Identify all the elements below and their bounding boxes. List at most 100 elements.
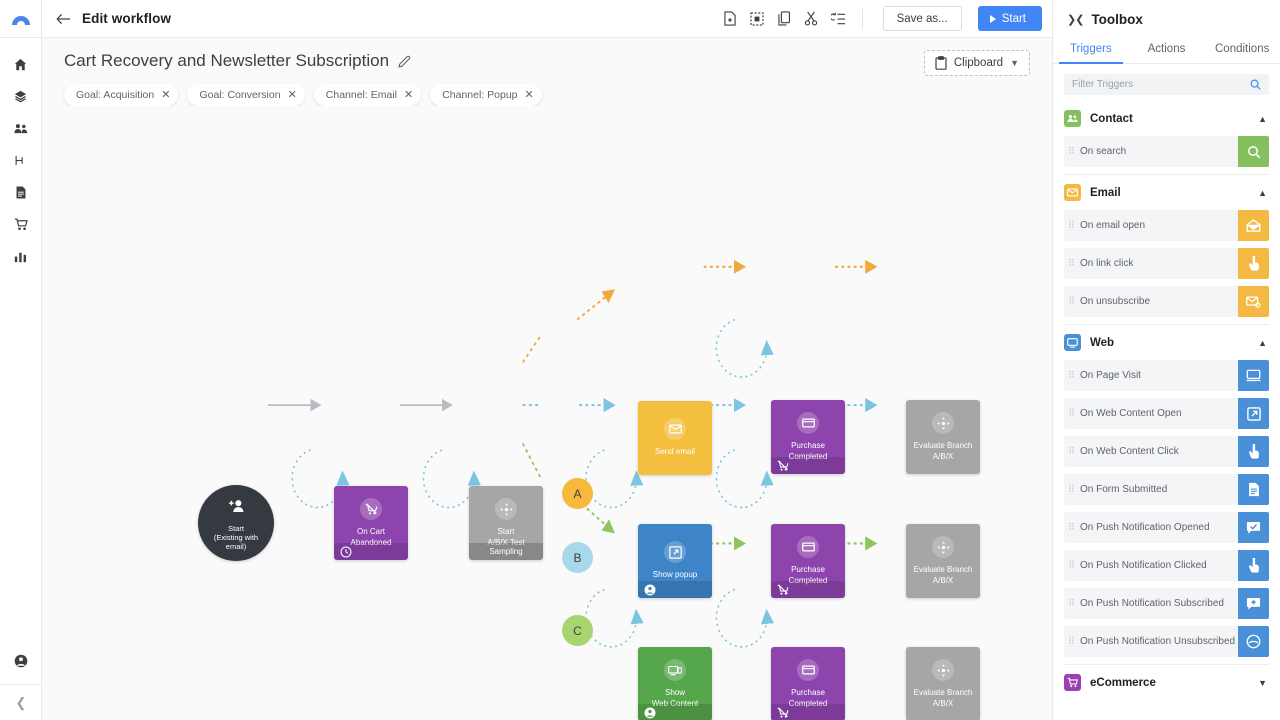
- pencil-icon[interactable]: [398, 55, 411, 68]
- tag-goal-conversion[interactable]: Goal: Conversion ✕: [187, 84, 304, 106]
- trigger-on-email-open[interactable]: ⠿ On email open: [1064, 210, 1269, 241]
- node-send-email[interactable]: Send email: [638, 401, 712, 475]
- group-header-contact[interactable]: Contact ▲: [1064, 101, 1269, 136]
- tag-channel-popup[interactable]: Channel: Popup ✕: [430, 84, 542, 106]
- trigger-on-push-notification-subscribed[interactable]: ⠿ On Push Notification Subscribed: [1064, 588, 1269, 619]
- node-label: Start (Existing with email): [210, 524, 262, 551]
- drag-handle-icon[interactable]: ⠿: [1064, 408, 1078, 419]
- collapse-rail-button[interactable]: ❮: [0, 684, 42, 720]
- node-purchase-completed-c[interactable]: Purchase Completed: [771, 647, 845, 720]
- drag-handle-icon[interactable]: ⠿: [1064, 560, 1078, 571]
- tab-conditions[interactable]: Conditions: [1204, 38, 1280, 63]
- node-purchase-completed-b[interactable]: Purchase Completed: [771, 524, 845, 598]
- clipboard-dropdown[interactable]: Clipboard ▼: [924, 50, 1030, 76]
- copy-icon[interactable]: [777, 11, 791, 26]
- branch-dot-b[interactable]: B: [562, 542, 593, 573]
- drag-handle-icon[interactable]: ⠿: [1064, 598, 1078, 609]
- sidebar-item-layers[interactable]: [0, 80, 42, 112]
- group-header-web[interactable]: Web ▲: [1064, 324, 1269, 360]
- branch-dot-c[interactable]: C: [562, 615, 593, 646]
- node-body[interactable]: Purchase Completed: [771, 400, 845, 474]
- select-area-icon[interactable]: [750, 12, 764, 26]
- envelope-icon: [664, 418, 686, 440]
- node-evaluate-branch-c[interactable]: Evaluate Branch A/B/X: [906, 647, 980, 720]
- tag-channel-email[interactable]: Channel: Email ✕: [314, 84, 421, 106]
- popup-icon: [664, 541, 686, 563]
- close-icon[interactable]: ✕: [404, 90, 413, 101]
- node-body[interactable]: Evaluate Branch A/B/X: [906, 647, 980, 720]
- close-icon[interactable]: ✕: [161, 90, 170, 101]
- node-body[interactable]: Send email: [638, 401, 712, 475]
- node-show-popup[interactable]: Show popup: [638, 524, 712, 598]
- node-start[interactable]: Start (Existing with email): [198, 485, 274, 561]
- collapse-right-icon[interactable]: ❯❮: [1067, 13, 1083, 26]
- auto-layout-icon[interactable]: [831, 12, 846, 26]
- sidebar-item-commerce[interactable]: [0, 208, 42, 240]
- trigger-on-unsubscribe[interactable]: ⠿ On unsubscribe: [1064, 286, 1269, 317]
- toolbox-groups[interactable]: Contact ▲ ⠿ On search Email ▲ ⠿ On e: [1053, 101, 1280, 720]
- sidebar-item-content[interactable]: [0, 176, 42, 208]
- account-button[interactable]: [0, 638, 42, 684]
- node-body[interactable]: Purchase Completed: [771, 524, 845, 598]
- unsubscribe-icon: [1238, 286, 1269, 317]
- node-start-abx-test[interactable]: Start A/B/X Test Sampling: [469, 486, 543, 560]
- start-button[interactable]: Start: [978, 6, 1042, 31]
- start-node-body[interactable]: Start (Existing with email): [198, 485, 274, 561]
- tag-goal-acquisition[interactable]: Goal: Acquisition ✕: [64, 84, 178, 106]
- search-input[interactable]: [1072, 79, 1250, 90]
- drag-handle-icon[interactable]: ⠿: [1064, 484, 1078, 495]
- drag-handle-icon[interactable]: ⠿: [1064, 220, 1078, 231]
- node-body[interactable]: Evaluate Branch A/B/X: [906, 400, 980, 474]
- node-body[interactable]: Show popup: [638, 524, 712, 598]
- sidebar-item-workflows[interactable]: [0, 144, 42, 176]
- drag-handle-icon[interactable]: ⠿: [1064, 370, 1078, 381]
- node-evaluate-branch-b[interactable]: Evaluate Branch A/B/X: [906, 524, 980, 598]
- trigger-on-push-notification-opened[interactable]: ⠿ On Push Notification Opened: [1064, 512, 1269, 543]
- node-footer: [771, 457, 845, 474]
- node-body[interactable]: Evaluate Branch A/B/X: [906, 524, 980, 598]
- group-header-ecommerce[interactable]: eCommerce ▼: [1064, 664, 1269, 700]
- drag-handle-icon[interactable]: ⠿: [1064, 636, 1078, 647]
- new-file-icon[interactable]: [723, 11, 737, 26]
- trigger-on-web-content-open[interactable]: ⠿ On Web Content Open: [1064, 398, 1269, 429]
- search-icon[interactable]: [1250, 79, 1261, 90]
- document-icon: [15, 186, 27, 199]
- workflow-canvas[interactable]: Start (Existing with email) On Cart Aban…: [42, 106, 1052, 720]
- node-purchase-completed-a[interactable]: Purchase Completed: [771, 400, 845, 474]
- trigger-on-form-submitted[interactable]: ⠿ On Form Submitted: [1064, 474, 1269, 505]
- node-body[interactable]: Show Web Content: [638, 647, 712, 720]
- save-as-button[interactable]: Save as...: [883, 6, 962, 31]
- close-icon[interactable]: ✕: [525, 90, 534, 101]
- app-logo[interactable]: [0, 0, 41, 38]
- sidebar-item-analytics[interactable]: [0, 240, 42, 272]
- close-icon[interactable]: ✕: [288, 90, 297, 101]
- node-show-web-content[interactable]: Show Web Content: [638, 647, 712, 720]
- sidebar-item-home[interactable]: [0, 48, 42, 80]
- group-header-email[interactable]: Email ▲: [1064, 174, 1269, 210]
- tab-actions[interactable]: Actions: [1129, 38, 1205, 63]
- cut-icon[interactable]: [804, 11, 818, 26]
- trigger-on-page-visit[interactable]: ⠿ On Page Visit: [1064, 360, 1269, 391]
- node-body[interactable]: Start A/B/X Test Sampling: [469, 486, 543, 560]
- tab-triggers[interactable]: Triggers: [1053, 38, 1129, 63]
- drag-handle-icon[interactable]: ⠿: [1064, 296, 1078, 307]
- trigger-on-push-notification-unsubscribed[interactable]: ⠿ On Push Notification Unsubscribed: [1064, 626, 1269, 657]
- trigger-on-push-notification-clicked[interactable]: ⠿ On Push Notification Clicked: [1064, 550, 1269, 581]
- workflow-title-row: Cart Recovery and Newsletter Subscriptio…: [64, 51, 1030, 71]
- node-evaluate-branch-a[interactable]: Evaluate Branch A/B/X: [906, 400, 980, 474]
- trigger-on-search[interactable]: ⠿ On search: [1064, 136, 1269, 167]
- drag-handle-icon[interactable]: ⠿: [1064, 522, 1078, 533]
- node-body[interactable]: Purchase Completed: [771, 647, 845, 720]
- trigger-on-web-content-click[interactable]: ⠿ On Web Content Click: [1064, 436, 1269, 467]
- node-on-cart-abandoned[interactable]: On Cart Abandoned: [334, 486, 408, 560]
- drag-handle-icon[interactable]: ⠿: [1064, 446, 1078, 457]
- drag-handle-icon[interactable]: ⠿: [1064, 258, 1078, 269]
- node-body[interactable]: On Cart Abandoned: [334, 486, 408, 560]
- trigger-label: On Web Content Click: [1078, 446, 1238, 457]
- filter-triggers-field[interactable]: [1064, 74, 1269, 95]
- back-button[interactable]: [56, 13, 72, 25]
- branch-dot-a[interactable]: A: [562, 478, 593, 509]
- drag-handle-icon[interactable]: ⠿: [1064, 146, 1078, 157]
- trigger-on-link-click[interactable]: ⠿ On link click: [1064, 248, 1269, 279]
- sidebar-item-contacts[interactable]: [0, 112, 42, 144]
